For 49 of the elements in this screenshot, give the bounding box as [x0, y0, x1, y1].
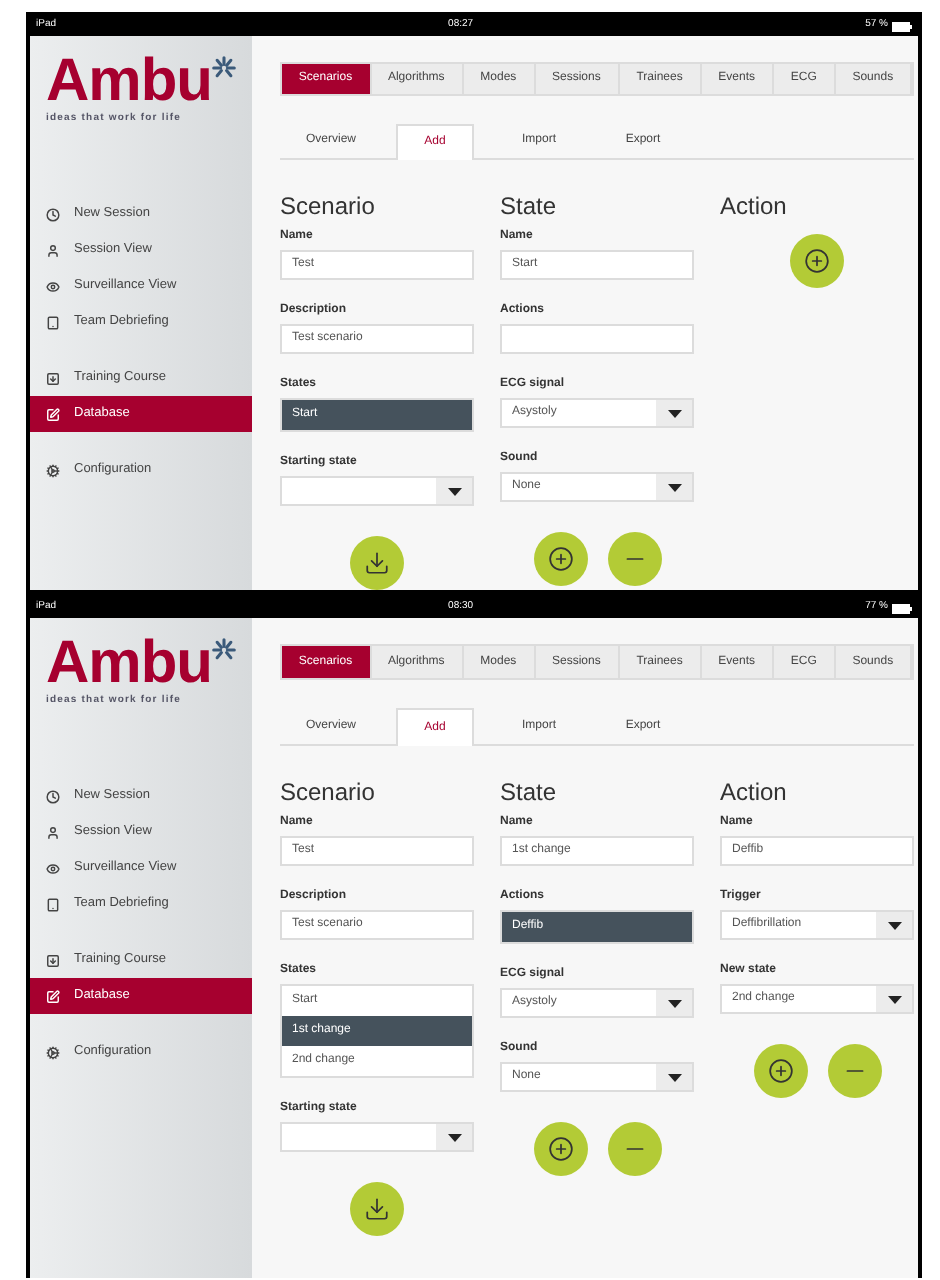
column-heading: Action — [720, 192, 789, 220]
person-icon — [46, 243, 60, 257]
logo-text: Ambu — [46, 634, 212, 694]
tray-arrow-icon — [364, 1196, 390, 1222]
star-icon — [212, 54, 236, 82]
tablet-icon — [46, 315, 60, 329]
pencil-square-icon — [46, 989, 60, 1003]
caret-icon — [447, 487, 461, 495]
column-heading: State — [500, 778, 559, 806]
cog-icon — [46, 1045, 60, 1059]
add-button[interactable] — [790, 234, 844, 288]
caret-icon — [667, 483, 681, 491]
square-arrow-icon — [46, 953, 60, 967]
plus-circle-icon — [804, 248, 830, 274]
pencil-square-icon — [46, 407, 60, 421]
add-button[interactable] — [533, 1122, 587, 1176]
add-button[interactable] — [753, 1044, 807, 1098]
caret-icon — [447, 1133, 461, 1141]
plus-circle-icon — [547, 1136, 573, 1162]
clock-icon — [46, 207, 60, 221]
save-button[interactable] — [350, 1182, 404, 1236]
input-field[interactable] — [500, 324, 694, 354]
save-button[interactable] — [350, 536, 404, 590]
person-icon — [46, 825, 60, 839]
plus-circle-icon — [767, 1058, 793, 1084]
column-heading: Scenario — [280, 778, 377, 806]
clock-icon — [46, 789, 60, 803]
tray-arrow-icon — [364, 550, 390, 576]
select-field[interactable] — [280, 476, 474, 506]
column-heading: Scenario — [280, 192, 377, 220]
column-heading: Action — [720, 778, 789, 806]
select-field[interactable] — [280, 1122, 474, 1152]
eye-icon — [46, 861, 60, 875]
plus-circle-icon — [547, 546, 573, 572]
add-button[interactable] — [533, 532, 587, 586]
caret-icon — [887, 995, 901, 1003]
battery-icon — [892, 21, 912, 31]
battery-icon — [892, 603, 912, 613]
caret-icon — [667, 1073, 681, 1081]
tablet-icon — [46, 897, 60, 911]
eye-icon — [46, 279, 60, 293]
star-icon — [212, 636, 236, 664]
cog-icon — [46, 463, 60, 477]
column-heading: State — [500, 192, 559, 220]
square-arrow-icon — [46, 371, 60, 385]
logo-text: Ambu — [46, 52, 212, 112]
caret-icon — [887, 921, 901, 929]
caret-icon — [667, 999, 681, 1007]
caret-icon — [667, 409, 681, 417]
